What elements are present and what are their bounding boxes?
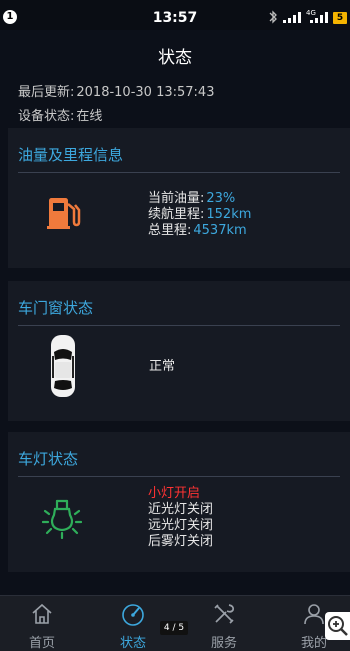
bluetooth-icon [269, 10, 277, 24]
nav-home-label: 首页 [28, 636, 55, 651]
user-icon [304, 604, 324, 625]
last-update-value: 2018-10-30 13:57:43 [76, 85, 215, 100]
nav-status-label: 状态 [119, 636, 146, 651]
page-indicator: 4 / 5 [160, 621, 188, 635]
home-icon [32, 603, 52, 624]
fuel-pump-icon [47, 198, 81, 229]
speedometer-icon [122, 604, 144, 626]
nav-home[interactable]: 首页 [7, 596, 77, 651]
light-card-title: 车灯状态 [18, 450, 79, 468]
light-bulb-icon [42, 499, 82, 539]
nav-service-label: 服务 [210, 636, 237, 651]
door-window-card: 车门窗状态 正常 [8, 281, 350, 421]
status-bar: 1 13:57 4G 5 [0, 0, 350, 30]
door-card-title: 车门窗状态 [18, 299, 94, 317]
battery-icon: 5 [333, 12, 347, 24]
fuel-info: 当前油量: 23% 续航里程: 152km 总里程: 4537km [148, 191, 251, 239]
total-mileage-label: 总里程: [148, 223, 192, 238]
page-title: 状态 [158, 48, 192, 68]
device-status-label: 设备状态: [18, 109, 75, 124]
fuel-level-label: 当前油量: [148, 191, 205, 206]
zoom-in-icon [328, 616, 348, 636]
total-mileage-row: 总里程: 4537km [148, 223, 251, 239]
fuel-mileage-card: 油量及里程信息 当前油量: 23% 续航里程: 152km 总里程: 4537km [8, 128, 350, 268]
lights-card: 车灯状态 小灯开启 近光灯关闭 远光灯关闭 后雾灯关闭 [8, 432, 350, 572]
rear-fog-status: 后雾灯关闭 [148, 534, 214, 549]
device-status-value: 在线 [76, 109, 103, 124]
range-row: 续航里程: 152km [148, 207, 251, 223]
divider [18, 476, 340, 477]
parking-light-status: 小灯开启 [148, 486, 201, 501]
range-label: 续航里程: [148, 207, 205, 222]
last-update-label: 最后更新: [18, 85, 75, 100]
zoom-button[interactable] [325, 612, 350, 640]
light-status-list: 小灯开启 近光灯关闭 远光灯关闭 后雾灯关闭 [148, 486, 213, 550]
tools-icon [214, 604, 235, 624]
fuel-level-value: 23% [206, 191, 236, 206]
high-beam-status: 远光灯关闭 [148, 518, 214, 533]
fuel-level-row: 当前油量: 23% [148, 191, 251, 207]
total-mileage-value: 4537km [193, 223, 247, 238]
fuel-card-title: 油量及里程信息 [18, 146, 124, 164]
device-status-row: 设备状态: 在线 [18, 105, 102, 124]
low-beam-status: 近光灯关闭 [148, 502, 214, 517]
signal-icon [283, 12, 301, 23]
car-top-view-icon [51, 335, 75, 397]
door-status: 正常 [149, 359, 176, 374]
divider [18, 172, 340, 173]
nav-status[interactable]: 状态 [98, 596, 168, 651]
range-value: 152km [206, 207, 252, 222]
nav-service[interactable]: 服务 [189, 596, 259, 651]
divider [18, 325, 340, 326]
last-update-row: 最后更新: 2018-10-30 13:57:43 [18, 81, 214, 100]
signal-icon-2 [310, 12, 328, 23]
